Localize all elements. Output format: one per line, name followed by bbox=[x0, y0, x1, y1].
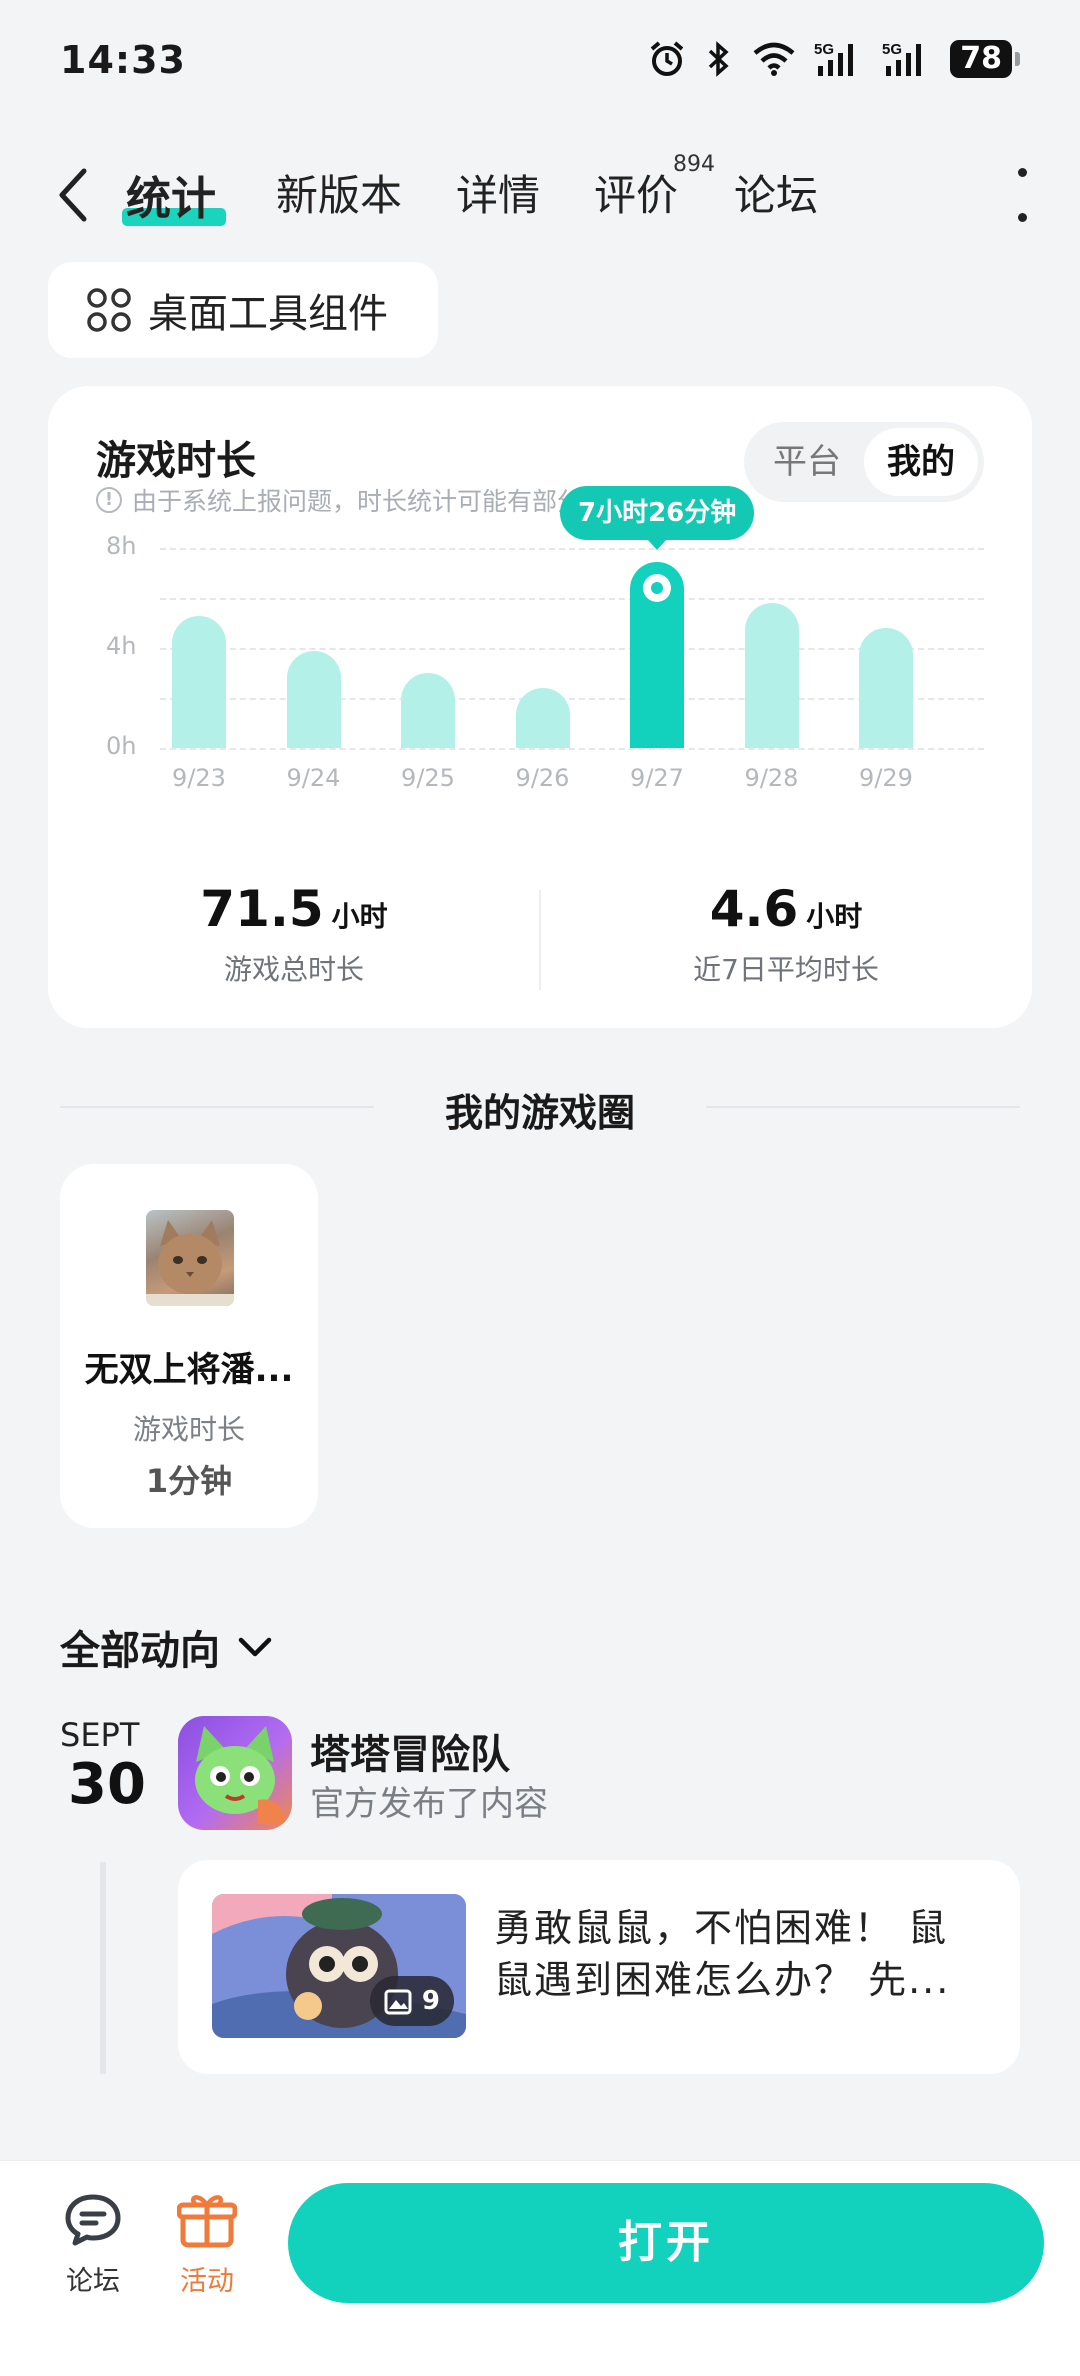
tab-new-version[interactable]: 新版本 bbox=[276, 162, 402, 223]
bar[interactable] bbox=[286, 650, 341, 748]
x-tick-label: 9/28 bbox=[744, 764, 799, 792]
tab-reviews[interactable]: 评价 bbox=[594, 162, 678, 223]
play-time-note-text: 由于系统上报问题，时长统计可能有部分缺失 bbox=[132, 487, 633, 516]
game-circle-value: 1分钟 bbox=[145, 1462, 233, 1500]
timeline-line bbox=[100, 1862, 106, 2074]
status-icons: 5G 5G 78 bbox=[648, 40, 1020, 78]
tab-forum[interactable]: 论坛 bbox=[734, 162, 818, 223]
forum-nav-label: 论坛 bbox=[66, 2266, 120, 2297]
play-time-title: 游戏时长 bbox=[96, 438, 256, 484]
total-play-time-label: 游戏总时长 bbox=[223, 953, 364, 986]
bar[interactable] bbox=[172, 615, 226, 748]
status-bar: 14:33 5G 5G 78 bbox=[0, 0, 1080, 130]
bar-highlighted[interactable] bbox=[630, 562, 684, 748]
y-tick-label: 8h bbox=[106, 532, 137, 560]
grid-line bbox=[160, 598, 984, 600]
app-icon[interactable] bbox=[178, 1716, 292, 1830]
wifi-icon bbox=[753, 42, 795, 76]
average-play-time: 4.6 小时 近7日平均时长 bbox=[540, 880, 1032, 988]
gift-icon bbox=[176, 2195, 238, 2248]
date-month: SEPT bbox=[60, 1716, 140, 1754]
post-card[interactable]: 9 勇敢鼠鼠，不怕困难！ 鼠鼠遇到困难怎么办？ 先... bbox=[178, 1860, 1020, 2074]
activity-filter[interactable]: 全部动向 bbox=[60, 1618, 272, 1676]
more-options-button[interactable] bbox=[1010, 168, 1034, 222]
status-time: 14:33 bbox=[60, 38, 186, 82]
app-subtitle: 官方发布了内容 bbox=[310, 1784, 548, 1824]
x-tick-label: 9/25 bbox=[401, 764, 455, 792]
x-tick-label: 9/26 bbox=[515, 764, 570, 792]
more-dot-icon bbox=[1017, 168, 1027, 177]
back-arrow-icon bbox=[59, 168, 87, 222]
top-nav: 统计 新版本 详情 评价 894 论坛 bbox=[0, 150, 1080, 240]
total-play-time: 71.5 小时 游戏总时长 bbox=[48, 880, 540, 988]
bar[interactable] bbox=[859, 628, 913, 748]
average-play-time-label: 近7日平均时长 bbox=[693, 953, 879, 986]
bar[interactable] bbox=[401, 673, 455, 748]
back-button[interactable] bbox=[48, 160, 98, 230]
toggle-mine[interactable]: 我的 bbox=[864, 428, 978, 496]
widgets-grid-icon bbox=[87, 288, 131, 332]
total-play-time-unit: 小时 bbox=[331, 900, 388, 933]
x-tick-label: 9/23 bbox=[172, 764, 226, 792]
bar[interactable] bbox=[744, 603, 799, 748]
game-circle-card[interactable]: 无双上将潘... 游戏时长 1分钟 bbox=[60, 1164, 318, 1528]
play-time-card: 游戏时长 ! 由于系统上报问题，时长统计可能有部分缺失 平台 我的 8h 4h … bbox=[48, 386, 1032, 1028]
event-nav-label: 活动 bbox=[180, 2266, 234, 2297]
signal-5g-icon: 5G bbox=[814, 41, 854, 76]
open-game-button[interactable]: 打开 bbox=[288, 2183, 1044, 2303]
activity-filter-label: 全部动向 bbox=[60, 1628, 220, 1674]
post-thumbnail: 9 bbox=[212, 1894, 466, 2038]
review-count-badge: 894 bbox=[673, 152, 715, 177]
tab-stats[interactable]: 统计 bbox=[126, 162, 216, 227]
more-dot-icon bbox=[1017, 213, 1027, 222]
play-time-summary: 71.5 小时 游戏总时长 4.6 小时 近7日平均时长 bbox=[48, 880, 1032, 1000]
svg-text:5G: 5G bbox=[882, 41, 902, 58]
desktop-widget-label: 桌面工具组件 bbox=[148, 291, 388, 337]
x-tick-label: 9/27 bbox=[630, 764, 684, 792]
bar-tooltip: 7小时26分钟 bbox=[560, 486, 755, 551]
desktop-widget-button[interactable]: 桌面工具组件 bbox=[48, 262, 438, 358]
bar[interactable] bbox=[515, 688, 570, 748]
y-tick-label: 4h bbox=[106, 632, 137, 660]
source-toggle: 平台 我的 bbox=[744, 422, 984, 502]
bar-selected-dot bbox=[643, 574, 671, 603]
cat-avatar-image bbox=[146, 1210, 234, 1306]
game-circle-label: 游戏时长 bbox=[132, 1413, 245, 1446]
battery-indicator: 78 bbox=[950, 40, 1020, 78]
total-play-time-value: 71.5 bbox=[200, 880, 324, 938]
alarm-icon bbox=[650, 41, 684, 76]
image-count-badge: 9 bbox=[369, 1976, 454, 2026]
post-text: 勇敢鼠鼠，不怕困难！ 鼠鼠遇到困难怎么办？ 先... bbox=[494, 1906, 951, 2002]
game-circle-section-title: 我的游戏圈 bbox=[0, 1082, 1080, 1135]
grid-line bbox=[160, 548, 984, 550]
signal-5g-icon-2: 5G bbox=[882, 41, 922, 76]
bottom-bar: 论坛 活动 打开 bbox=[0, 2160, 1080, 2376]
x-tick-label: 9/29 bbox=[859, 764, 913, 792]
bluetooth-icon bbox=[709, 41, 729, 77]
play-time-chart: 8h 4h 0h 9/23 9/24 9/25 9/26 9/27 9/28 9/29 7小时… bbox=[48, 486, 1032, 816]
date-day: 30 bbox=[68, 1752, 146, 1817]
toggle-platform[interactable]: 平台 bbox=[750, 428, 864, 496]
info-icon: ! bbox=[96, 487, 122, 513]
forum-nav-button[interactable]: 论坛 bbox=[38, 2191, 148, 2298]
game-circle-title: 我的游戏圈 bbox=[444, 1091, 635, 1135]
tab-details[interactable]: 详情 bbox=[456, 162, 540, 223]
grid-line bbox=[160, 748, 984, 750]
play-time-note: ! 由于系统上报问题，时长统计可能有部分缺失 bbox=[96, 482, 632, 518]
x-tick-label: 9/24 bbox=[286, 764, 341, 792]
chevron-down-icon bbox=[238, 1637, 272, 1657]
forum-chat-icon bbox=[65, 2194, 121, 2246]
event-nav-button[interactable]: 活动 bbox=[152, 2191, 262, 2298]
app-name[interactable]: 塔塔冒险队 bbox=[310, 1722, 510, 1780]
average-play-time-unit: 小时 bbox=[806, 900, 863, 933]
svg-text:5G: 5G bbox=[814, 41, 834, 58]
image-stack-icon bbox=[384, 1989, 412, 2015]
y-tick-label: 0h bbox=[106, 732, 137, 760]
image-count: 9 bbox=[421, 1986, 440, 2016]
average-play-time-value: 4.6 bbox=[709, 880, 799, 938]
game-circle-name: 无双上将潘... bbox=[84, 1350, 294, 1390]
